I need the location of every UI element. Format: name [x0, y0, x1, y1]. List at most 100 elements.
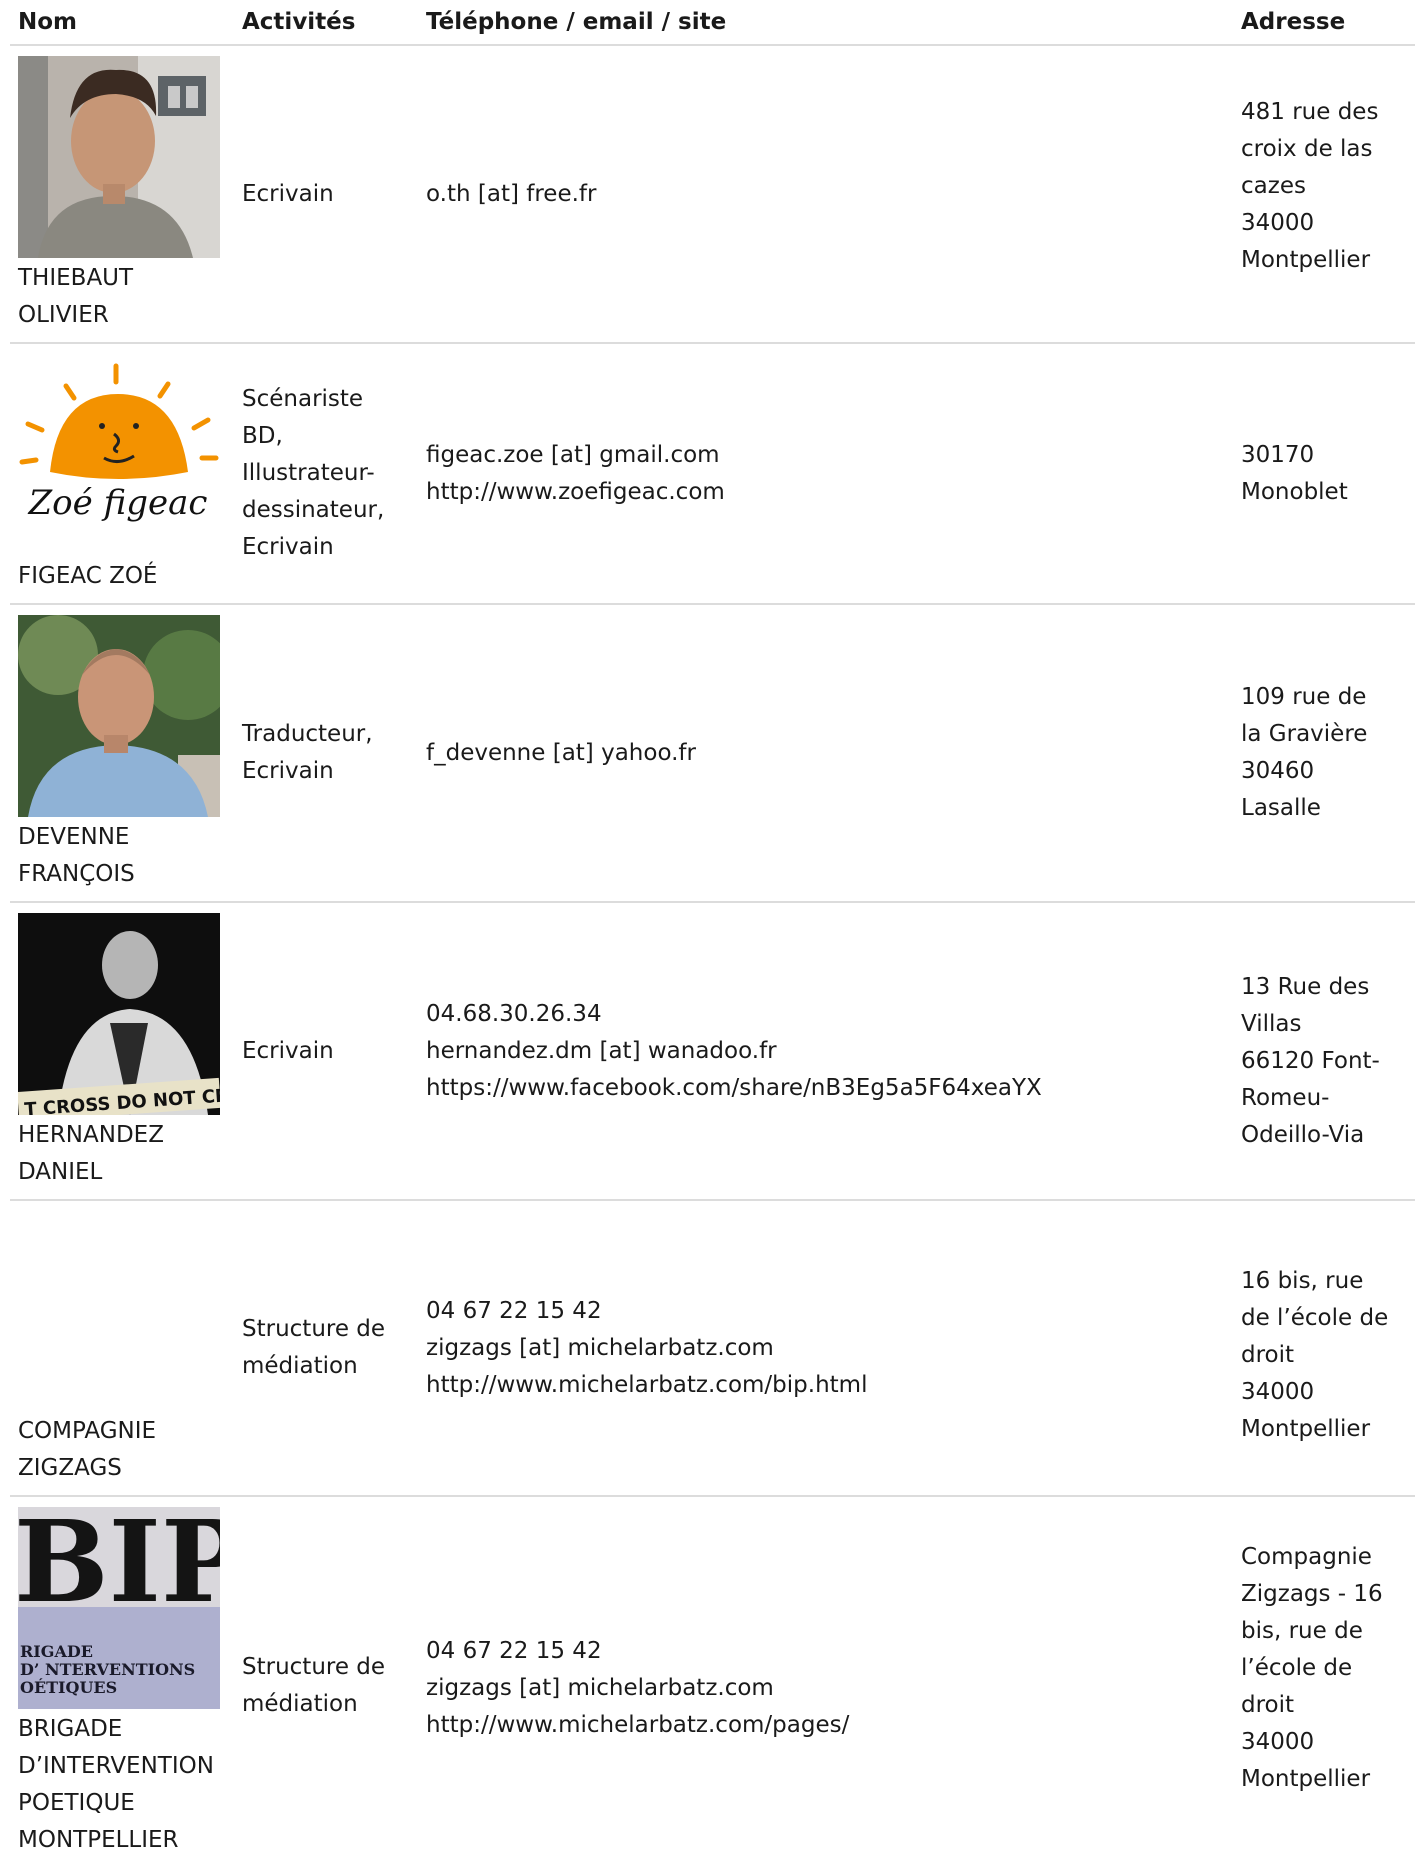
activity-line: médiation: [242, 1691, 358, 1717]
address-line: croix de las: [1241, 136, 1373, 162]
person-name-line: MONTPELLIER: [18, 1827, 179, 1853]
address-cell: 481 rue des croix de las cazes 34000 Mon…: [1233, 45, 1415, 344]
address-cell: 13 Rue des Villas 66120 Font- Romeu- Ode…: [1233, 902, 1415, 1201]
address-cell: 109 rue de la Gravière 30460 Lasalle: [1233, 604, 1415, 903]
activities-cell: Ecrivain: [234, 45, 418, 344]
name-cell: COMPAGNIE ZIGZAGS: [10, 1200, 234, 1497]
email-text: zigzags [at] michelarbatz.com: [426, 1675, 774, 1701]
phone-text: 04 67 22 15 42: [426, 1638, 602, 1664]
address-line: Montpellier: [1241, 247, 1371, 273]
person-name-line: ZIGZAGS: [18, 1455, 122, 1481]
address-line: droit: [1241, 1692, 1295, 1718]
website-link[interactable]: http://www.zoefigeac.com: [426, 474, 1225, 511]
activities-cell: Structure de médiation: [234, 1496, 418, 1867]
address-line: Montpellier: [1241, 1766, 1371, 1792]
phone-text: 04.68.30.26.34: [426, 1000, 602, 1027]
activity-line: Illustrateur-: [242, 460, 375, 486]
name-cell: Zoé figeac FIGEAC ZOÉ: [10, 343, 234, 605]
address-line: droit: [1241, 1342, 1295, 1368]
header-contact[interactable]: Téléphone / email / site: [418, 0, 1233, 46]
zoe-figeac-logo: Zoé figeac: [18, 354, 220, 556]
person-name-line: FIGEAC ZOÉ: [18, 563, 158, 589]
address-cell: Compagnie Zigzags - 16 bis, rue de l’éco…: [1233, 1496, 1415, 1867]
email-text: f_devenne [at] yahoo.fr: [426, 739, 696, 766]
activities-cell: Ecrivain: [234, 902, 418, 1201]
activity-line: Structure de: [242, 1654, 386, 1680]
contact-cell: 04 67 22 15 42 zigzags [at] michelarbatz…: [418, 1496, 1233, 1867]
address-line: Zigzags - 16: [1241, 1581, 1383, 1607]
table-row: DEVENNE FRANÇOIS Traducteur, Ecrivain f_…: [10, 604, 1415, 903]
portrait-photo: [18, 615, 220, 817]
person-name-line: D’INTERVENTION: [18, 1753, 214, 1779]
table-row: T CROSS DO NOT CROSS HERNANDEZ DANIEL Ec…: [10, 902, 1415, 1201]
portrait-photo: T CROSS DO NOT CROSS: [18, 913, 220, 1115]
address-line: de l’école de: [1241, 1305, 1389, 1331]
activity-line: médiation: [242, 1353, 358, 1379]
address-cell: 16 bis, rue de l’école de droit 34000 Mo…: [1233, 1200, 1415, 1497]
table-row: BIP RIGADE D’ NTERVENTIONS OÉTIQUES BRIG…: [10, 1496, 1415, 1867]
activity-line: Ecrivain: [242, 534, 334, 560]
address-line: 30170: [1241, 441, 1315, 468]
address-line: la Gravière: [1241, 721, 1368, 747]
email-text: figeac.zoe [at] gmail.com: [426, 441, 720, 468]
email-text: zigzags [at] michelarbatz.com: [426, 1334, 774, 1361]
activity-line: Ecrivain: [242, 180, 334, 207]
address-line: Compagnie: [1241, 1544, 1372, 1570]
activity-line: Scénariste: [242, 386, 364, 412]
address-line: l’école de: [1241, 1655, 1353, 1681]
person-name-line: COMPAGNIE: [18, 1418, 157, 1444]
address-line: 16 bis, rue: [1241, 1268, 1364, 1294]
address-line: 13 Rue des: [1241, 974, 1370, 1000]
table-row: THIEBAUT OLIVIER Ecrivain o.th [at] free…: [10, 45, 1415, 344]
email-text: o.th [at] free.fr: [426, 180, 597, 207]
email-text: hernandez.dm [at] wanadoo.fr: [426, 1037, 777, 1064]
person-name-line: DANIEL: [18, 1159, 103, 1185]
contact-cell: f_devenne [at] yahoo.fr: [418, 604, 1233, 903]
header-address[interactable]: Adresse: [1233, 0, 1415, 46]
address-line: bis, rue de: [1241, 1618, 1363, 1644]
directory-table: Nom Activités Téléphone / email / site A…: [10, 0, 1415, 1867]
address-line: 30460: [1241, 758, 1315, 784]
person-name-line: OLIVIER: [18, 302, 109, 328]
website-link[interactable]: https://www.facebook.com/share/nB3Eg5a5F…: [426, 1070, 1225, 1107]
person-name-line: THIEBAUT: [18, 265, 134, 291]
activity-line: Ecrivain: [242, 758, 334, 784]
website-link[interactable]: http://www.michelarbatz.com/bip.html: [426, 1367, 1225, 1404]
website-link[interactable]: http://www.michelarbatz.com/pages/: [426, 1707, 1225, 1744]
person-name-line: POETIQUE: [18, 1790, 135, 1816]
activity-line: Traducteur,: [242, 721, 373, 747]
address-line: 66120 Font-: [1241, 1048, 1380, 1074]
activity-line: Ecrivain: [242, 1037, 334, 1064]
table-row: Zoé figeac FIGEAC ZOÉ Scénariste BD, Ill…: [10, 343, 1415, 605]
poster-line: D’ NTERVENTIONS: [20, 1660, 195, 1679]
contact-cell: 04.68.30.26.34 hernandez.dm [at] wanadoo…: [418, 902, 1233, 1201]
address-line: Romeu-: [1241, 1085, 1330, 1111]
table-row: COMPAGNIE ZIGZAGS Structure de médiation…: [10, 1200, 1415, 1497]
activity-line: Structure de: [242, 1316, 386, 1342]
name-cell: T CROSS DO NOT CROSS HERNANDEZ DANIEL: [10, 902, 234, 1201]
contact-cell: o.th [at] free.fr: [418, 45, 1233, 344]
contact-cell: 04 67 22 15 42 zigzags [at] michelarbatz…: [418, 1200, 1233, 1497]
logo-wordmark: Zoé figeac: [28, 483, 208, 523]
person-name-line: FRANÇOIS: [18, 861, 135, 887]
contact-cell: figeac.zoe [at] gmail.com http://www.zoe…: [418, 343, 1233, 605]
address-line: Odeillo-Via: [1241, 1122, 1365, 1148]
person-name-line: HERNANDEZ: [18, 1122, 164, 1148]
activities-cell: Traducteur, Ecrivain: [234, 604, 418, 903]
activities-cell: Structure de médiation: [234, 1200, 418, 1497]
address-line: cazes: [1241, 173, 1306, 199]
phone-text: 04 67 22 15 42: [426, 1297, 602, 1324]
person-name-line: DEVENNE: [18, 824, 130, 850]
address-line: Montpellier: [1241, 1416, 1371, 1442]
activity-line: dessinateur,: [242, 497, 385, 523]
bip-poster: BIP RIGADE D’ NTERVENTIONS OÉTIQUES: [18, 1507, 220, 1709]
name-cell: BIP RIGADE D’ NTERVENTIONS OÉTIQUES BRIG…: [10, 1496, 234, 1867]
address-line: Villas: [1241, 1011, 1302, 1037]
address-line: 34000: [1241, 210, 1315, 236]
header-activities[interactable]: Activités: [234, 0, 418, 46]
header-name[interactable]: Nom: [10, 0, 234, 46]
name-cell: DEVENNE FRANÇOIS: [10, 604, 234, 903]
name-cell: THIEBAUT OLIVIER: [10, 45, 234, 344]
poster-line: RIGADE: [20, 1642, 93, 1661]
address-line: Lasalle: [1241, 795, 1321, 821]
